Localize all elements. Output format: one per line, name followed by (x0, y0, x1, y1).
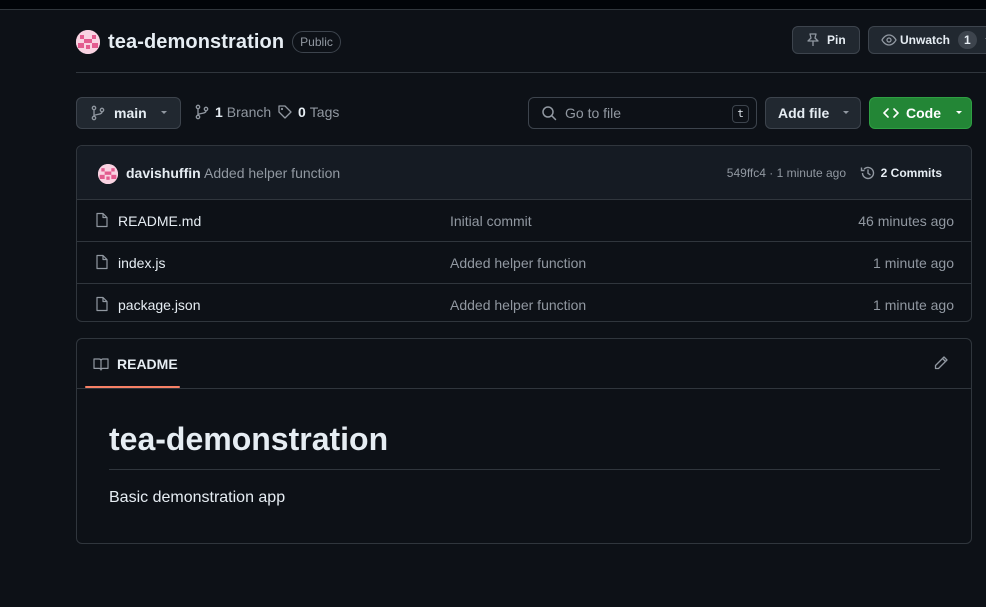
readme-title: tea-demonstration (109, 419, 940, 470)
readme-text: Basic demonstration app (109, 489, 286, 506)
file-name[interactable]: package.json (118, 297, 201, 313)
unwatch-label: Unwatch (900, 33, 951, 47)
file-commit-time: 46 minutes ago (858, 212, 954, 229)
search-placeholder: Go to file (565, 105, 622, 121)
tag-icon (278, 105, 292, 119)
readme-tab-label: README (117, 355, 178, 372)
file-commit-message[interactable]: Added helper function (450, 297, 586, 313)
branch-icon (91, 105, 105, 121)
branch-label: Branch (226, 104, 272, 120)
readme-content: tea-demonstration Basic demonstration ap… (109, 421, 940, 507)
file-browser: davishuffin Added helper function 549ffc… (76, 145, 972, 322)
unwatch-button[interactable]: Unwatch 1 (868, 26, 986, 54)
readme-header: README (77, 339, 971, 389)
header-divider (76, 72, 986, 73)
readme-panel: README tea-demonstration Basic demonstra… (76, 338, 972, 544)
file-row[interactable]: README.md Initial commit 46 minutes ago (77, 200, 971, 242)
file-commit-time: 1 minute ago (873, 296, 954, 313)
owner-avatar[interactable] (76, 30, 100, 54)
pin-icon (807, 33, 819, 46)
tab-readme[interactable]: README (85, 339, 180, 388)
pencil-icon[interactable] (933, 355, 949, 371)
file-commit-time: 1 minute ago (873, 254, 954, 271)
branch-name: main (114, 105, 147, 121)
commit-author[interactable]: davishuffin (126, 165, 201, 181)
add-file-button[interactable]: Add file (765, 97, 861, 129)
pin-label: Pin (827, 33, 846, 47)
commit-author-avatar[interactable] (98, 164, 118, 184)
file-row[interactable]: index.js Added helper function 1 minute … (77, 242, 971, 284)
branch-icon (195, 104, 209, 120)
book-icon (93, 357, 109, 371)
file-icon (96, 296, 108, 312)
commit-hash-time[interactable]: 549ffc4 · 1 minute ago (727, 166, 846, 180)
commits-history-link[interactable]: 2 Commits (860, 165, 942, 181)
watch-count: 1 (958, 31, 977, 49)
file-icon (96, 254, 108, 270)
search-icon (542, 106, 557, 121)
file-name[interactable]: README.md (118, 213, 201, 229)
caret-down-icon (160, 111, 167, 114)
caret-down-icon (956, 111, 962, 114)
code-icon (883, 108, 899, 118)
visibility-badge: Public (292, 31, 341, 53)
repo-name[interactable]: tea-demonstration (108, 31, 284, 54)
go-to-file-input[interactable]: Go to file t (528, 97, 757, 129)
branch-count: 1 (215, 104, 223, 120)
repo-header: tea-demonstration Public (76, 27, 341, 57)
commits-label: 2 Commits (880, 165, 942, 180)
file-name[interactable]: index.js (118, 255, 165, 271)
tag-label: Tags (309, 104, 340, 120)
code-button[interactable]: Code (869, 97, 972, 129)
branches-link[interactable]: 1 Branch (194, 104, 271, 120)
top-nav-edge (0, 0, 986, 10)
active-tab-underline (85, 386, 180, 388)
eye-icon (881, 34, 897, 46)
file-commit-message[interactable]: Initial commit (450, 213, 532, 229)
file-row[interactable]: package.json Added helper function 1 min… (77, 284, 971, 321)
history-icon (860, 166, 874, 179)
caret-down-icon (843, 111, 850, 114)
latest-commit-bar: davishuffin Added helper function 549ffc… (77, 146, 971, 200)
pin-button[interactable]: Pin (792, 26, 860, 54)
file-icon (96, 212, 108, 228)
commit-message[interactable]: Added helper function (204, 165, 340, 181)
tag-count: 0 (298, 104, 306, 120)
branch-selector[interactable]: main (76, 97, 181, 129)
file-commit-message[interactable]: Added helper function (450, 255, 586, 271)
code-label: Code (906, 105, 941, 121)
add-file-label: Add file (778, 105, 830, 121)
tags-link[interactable]: 0 Tags (277, 104, 339, 120)
search-shortcut-key: t (732, 105, 749, 123)
